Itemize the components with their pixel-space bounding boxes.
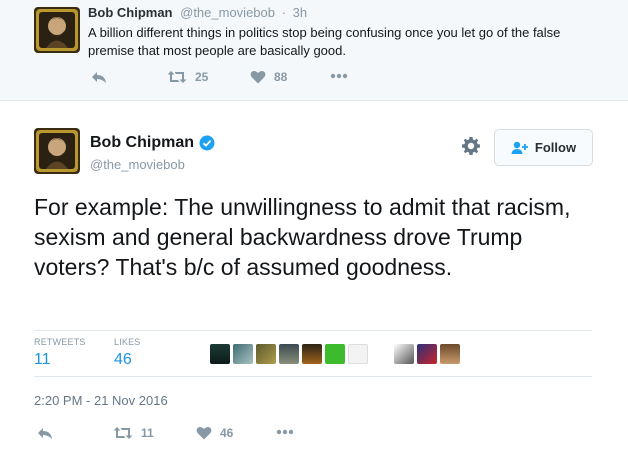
reply-icon <box>38 428 52 439</box>
tweet-actions: 11 46 <box>34 426 334 444</box>
more-button[interactable] <box>276 429 294 435</box>
heart-icon <box>250 70 266 84</box>
follow-person-icon <box>511 141 528 154</box>
tweet-stats: RETWEETS 11 LIKES 46 <box>34 330 592 377</box>
liker-avatar[interactable] <box>348 344 368 364</box>
avatar[interactable] <box>34 128 80 174</box>
liker-avatar[interactable] <box>279 344 299 364</box>
liker-avatar[interactable] <box>417 344 437 364</box>
follow-label: Follow <box>534 140 577 155</box>
reply-icon <box>92 72 106 83</box>
main-tweet-header: Bob Chipman @the_moviebob Follow <box>34 126 604 176</box>
retweet-count: 25 <box>195 70 209 84</box>
gear-icon[interactable] <box>461 136 481 156</box>
likes-value: 46 <box>114 351 132 368</box>
author-handle[interactable]: @the_moviebob <box>180 5 275 20</box>
tweet-timestamp[interactable]: 2:20 PM - 21 Nov 2016 <box>34 393 168 408</box>
avatar[interactable] <box>34 7 80 53</box>
heart-icon <box>196 426 212 440</box>
tweet-time[interactable]: 3h <box>293 5 307 20</box>
follow-button[interactable]: Follow <box>494 129 593 166</box>
like-button[interactable]: 46 <box>196 426 233 440</box>
tweet-text: For example: The unwillingness to admit … <box>34 194 571 280</box>
retweets-label: RETWEETS <box>34 337 86 347</box>
more-icon <box>330 73 348 79</box>
tweet-actions: 25 88 <box>88 70 388 88</box>
author-name[interactable]: Bob Chipman <box>90 134 194 152</box>
separator-dot: · <box>281 5 286 20</box>
like-button[interactable]: 88 <box>250 70 287 84</box>
liker-avatar[interactable] <box>210 344 230 364</box>
author-handle[interactable]: @the_moviebob <box>90 157 185 172</box>
likes-stat[interactable]: LIKES 46 <box>114 337 141 369</box>
verified-badge-icon <box>199 135 215 151</box>
more-icon <box>276 429 294 435</box>
liker-avatar[interactable] <box>325 344 345 364</box>
liker-avatar[interactable] <box>440 344 460 364</box>
tweet-text: A billion different things in politics s… <box>88 25 561 58</box>
liker-avatar[interactable] <box>256 344 276 364</box>
retweet-icon <box>167 71 187 83</box>
likes-label: LIKES <box>114 337 141 347</box>
reply-button[interactable] <box>91 70 107 84</box>
liker-avatar[interactable] <box>302 344 322 364</box>
reply-button[interactable] <box>37 426 53 440</box>
parent-tweet[interactable]: Bob Chipman @the_moviebob · 3h A billion… <box>0 0 628 101</box>
retweet-count: 11 <box>141 426 154 440</box>
retweet-button[interactable]: 25 <box>167 70 208 84</box>
retweet-icon <box>113 427 133 439</box>
liker-avatar[interactable] <box>371 344 391 364</box>
like-count: 88 <box>274 70 288 84</box>
like-count: 46 <box>220 426 234 440</box>
retweet-button[interactable]: 11 <box>113 426 154 440</box>
retweets-stat[interactable]: RETWEETS 11 <box>34 337 86 369</box>
retweets-value: 11 <box>34 351 51 368</box>
liker-avatar[interactable] <box>233 344 253 364</box>
liker-avatars <box>210 344 463 364</box>
more-button[interactable] <box>330 73 348 79</box>
liker-avatar[interactable] <box>394 344 414 364</box>
author-name[interactable]: Bob Chipman <box>88 5 173 20</box>
